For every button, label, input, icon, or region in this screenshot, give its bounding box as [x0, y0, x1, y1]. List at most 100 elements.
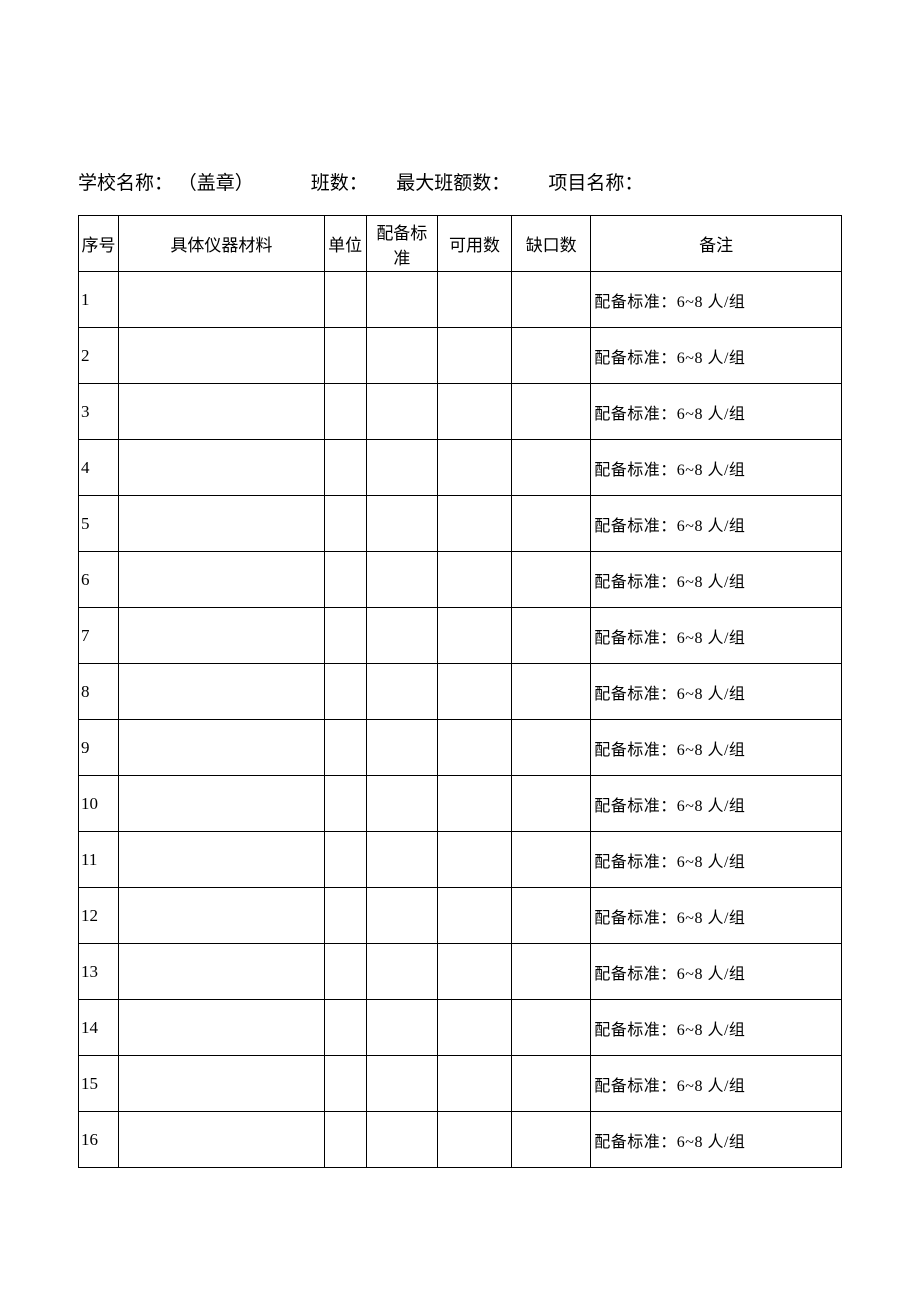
table-row: 12配备标准：6~8 人/组	[79, 888, 842, 944]
cell-remark: 配备标准：6~8 人/组	[591, 608, 842, 664]
cell-shortage	[512, 272, 591, 328]
cell-seq: 5	[79, 496, 119, 552]
cell-seq: 11	[79, 832, 119, 888]
cell-remark: 配备标准：6~8 人/组	[591, 664, 842, 720]
cell-available	[437, 440, 511, 496]
equipment-table: 序号 具体仪器材料 单位 配备标准 可用数 缺口数 备注 1 配备标准：6~8 人…	[78, 215, 842, 1168]
cell-standard	[366, 440, 437, 496]
table-row: 15配备标准：6~8 人/组	[79, 1056, 842, 1112]
cell-material	[119, 1112, 325, 1168]
cell-standard	[366, 1112, 437, 1168]
cell-standard	[366, 1056, 437, 1112]
spacer-1	[368, 168, 397, 195]
cell-seq: 14	[79, 1000, 119, 1056]
cell-shortage	[512, 608, 591, 664]
table-body: 1配备标准：6~8 人/组2配备标准：6~8 人/组3配备标准：6~8 人/组4…	[79, 272, 842, 1168]
cell-material	[119, 1056, 325, 1112]
cell-remark: 配备标准：6~8 人/组	[591, 440, 842, 496]
cell-shortage	[512, 664, 591, 720]
col-header-standard: 配备标准	[366, 216, 437, 272]
cell-seq: 10	[79, 776, 119, 832]
cell-available	[437, 1056, 511, 1112]
cell-shortage	[512, 776, 591, 832]
table-row: 3配备标准：6~8 人/组	[79, 384, 842, 440]
cell-available	[437, 496, 511, 552]
cell-seq: 4	[79, 440, 119, 496]
cell-standard	[366, 496, 437, 552]
document-page: 学校名称： （盖章） 班数： 最大班额数： 项目名称： 序号 具体仪器材料 单位…	[0, 0, 920, 1168]
cell-shortage	[512, 888, 591, 944]
cell-material	[119, 776, 325, 832]
cell-available	[437, 328, 511, 384]
cell-seq: 6	[79, 552, 119, 608]
cell-shortage	[512, 832, 591, 888]
cell-remark: 配备标准：6~8 人/组	[591, 496, 842, 552]
table-row: 5 配备标准：6~8 人/组	[79, 496, 842, 552]
cell-unit	[324, 496, 366, 552]
cell-available	[437, 664, 511, 720]
cell-standard	[366, 1000, 437, 1056]
cell-remark: 配备标准：6~8 人/组	[591, 832, 842, 888]
cell-shortage	[512, 440, 591, 496]
cell-seq: 16	[79, 1112, 119, 1168]
cell-unit	[324, 552, 366, 608]
cell-unit	[324, 1000, 366, 1056]
cell-material	[119, 608, 325, 664]
cell-shortage	[512, 1112, 591, 1168]
cell-standard	[366, 272, 437, 328]
cell-shortage	[512, 720, 591, 776]
cell-seq: 15	[79, 1056, 119, 1112]
col-header-material: 具体仪器材料	[119, 216, 325, 272]
cell-seq: 1	[79, 272, 119, 328]
cell-standard	[366, 608, 437, 664]
cell-unit	[324, 440, 366, 496]
spacer-2	[510, 168, 548, 195]
cell-unit	[324, 664, 366, 720]
cell-unit	[324, 720, 366, 776]
table-row: 13配备标准：6~8 人/组	[79, 944, 842, 1000]
cell-remark: 配备标准：6~8 人/组	[591, 776, 842, 832]
cell-seq: 2	[79, 328, 119, 384]
cell-unit	[324, 272, 366, 328]
cell-material	[119, 944, 325, 1000]
cell-available	[437, 272, 511, 328]
col-header-unit: 单位	[324, 216, 366, 272]
cell-material	[119, 496, 325, 552]
class-count-label: 班数：	[311, 168, 368, 195]
cell-unit	[324, 888, 366, 944]
project-name-label: 项目名称：	[548, 168, 643, 195]
cell-shortage	[512, 328, 591, 384]
cell-remark: 配备标准：6~8 人/组	[591, 1000, 842, 1056]
cell-remark: 配备标准：6~8 人/组	[591, 720, 842, 776]
cell-available	[437, 832, 511, 888]
cell-material	[119, 440, 325, 496]
cell-remark: 配备标准：6~8 人/组	[591, 272, 842, 328]
table-row: 10 配备标准：6~8 人/组	[79, 776, 842, 832]
table-header-row: 序号 具体仪器材料 单位 配备标准 可用数 缺口数 备注	[79, 216, 842, 272]
max-class-size-label: 最大班额数：	[396, 168, 510, 195]
col-header-available: 可用数	[437, 216, 511, 272]
school-name-label: 学校名称： （盖章）	[78, 168, 311, 195]
cell-unit	[324, 1056, 366, 1112]
cell-seq: 9	[79, 720, 119, 776]
cell-standard	[366, 832, 437, 888]
cell-material	[119, 1000, 325, 1056]
col-header-shortage: 缺口数	[512, 216, 591, 272]
cell-shortage	[512, 384, 591, 440]
cell-remark: 配备标准：6~8 人/组	[591, 552, 842, 608]
cell-seq: 3	[79, 384, 119, 440]
table-row: 4 配备标准：6~8 人/组	[79, 440, 842, 496]
table-row: 11 配备标准：6~8 人/组	[79, 832, 842, 888]
cell-unit	[324, 608, 366, 664]
table-row: 9 配备标准：6~8 人/组	[79, 720, 842, 776]
cell-standard	[366, 664, 437, 720]
cell-available	[437, 888, 511, 944]
cell-standard	[366, 944, 437, 1000]
table-row: 16配备标准：6~8 人/组	[79, 1112, 842, 1168]
cell-available	[437, 944, 511, 1000]
cell-standard	[366, 776, 437, 832]
cell-remark: 配备标准：6~8 人/组	[591, 888, 842, 944]
cell-material	[119, 272, 325, 328]
cell-seq: 7	[79, 608, 119, 664]
cell-standard	[366, 888, 437, 944]
